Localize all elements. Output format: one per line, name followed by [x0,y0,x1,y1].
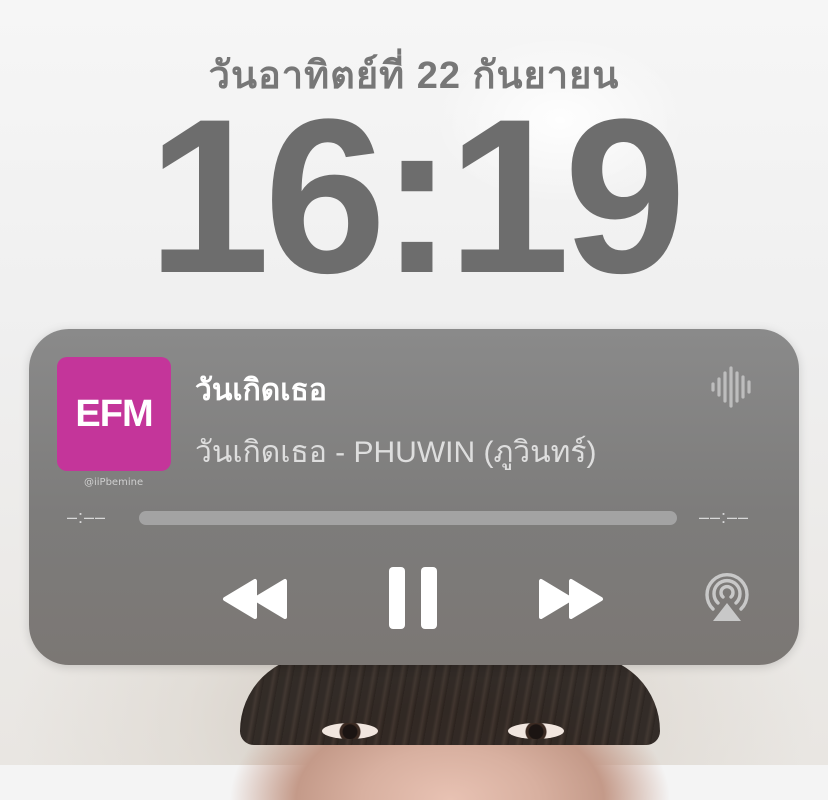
watermark: @iiPbemine [84,477,144,488]
wallpaper-hair [240,655,660,745]
elapsed-time: –:–– [67,507,107,527]
fast-forward-icon[interactable] [537,577,605,621]
waveform-icon [711,366,751,408]
track-title: วันเกิดเธอ [195,374,327,407]
remaining-time: ––:–– [699,507,750,527]
airplay-icon[interactable] [701,569,753,625]
pause-icon[interactable] [385,565,441,631]
wallpaper-eye-left [322,723,378,739]
artwork-logo-text: EFM [75,392,153,435]
now-playing-widget: EFM @iiPbemine วันเกิดเธอ วันเกิดเธอ - P… [29,329,799,665]
album-artwork[interactable]: EFM [57,357,171,471]
playback-scrubber[interactable] [139,511,677,525]
track-subtitle: วันเกิดเธอ - PHUWIN (ภูวินทร์) [195,436,597,469]
lockscreen-time: 16:19 [147,73,687,319]
wallpaper-eye-right [508,723,564,739]
rewind-icon[interactable] [221,577,289,621]
